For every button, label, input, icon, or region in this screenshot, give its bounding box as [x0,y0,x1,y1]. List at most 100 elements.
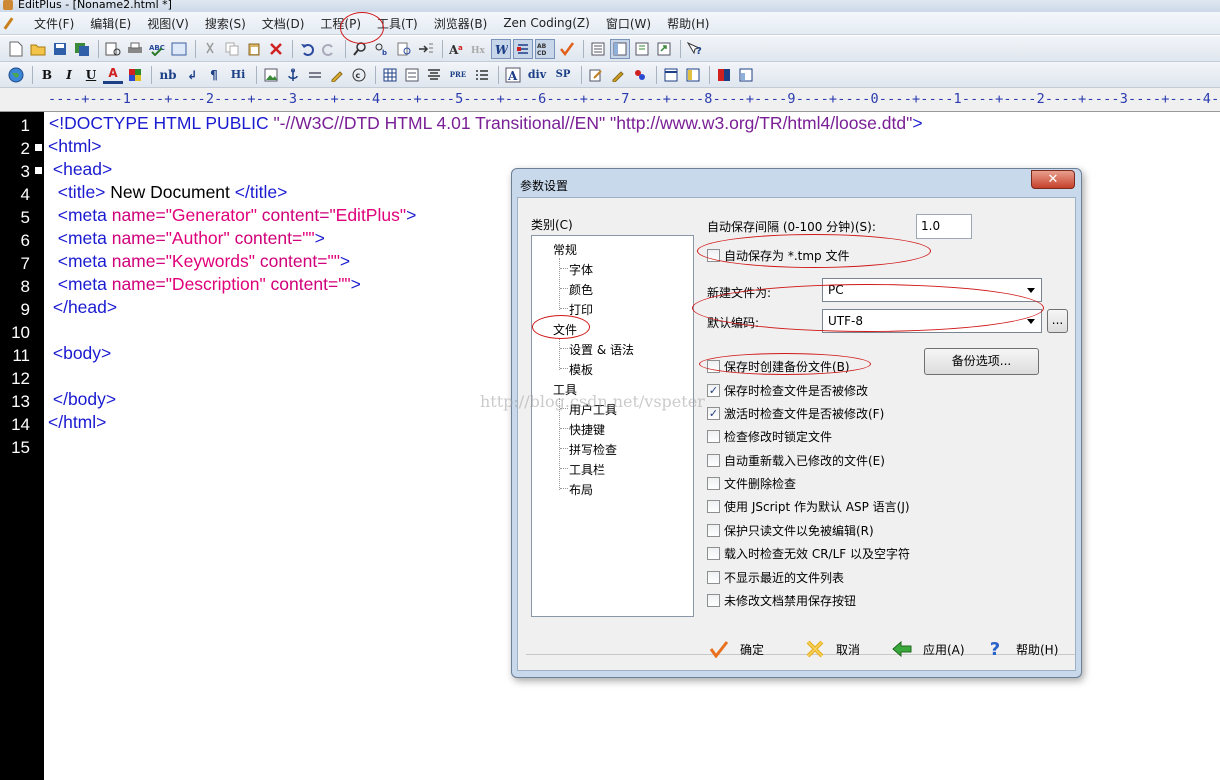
cliptext-icon[interactable] [632,39,652,59]
paragraph-button[interactable]: ¶ [204,65,224,85]
layout-icon[interactable] [683,65,703,85]
panel-icon[interactable] [736,65,756,85]
word-wrap-icon[interactable]: W [491,38,511,59]
menu-edit[interactable]: 编辑(E) [82,15,139,32]
help-button[interactable]: ? 帮助(H) [984,638,1059,660]
edit-icon[interactable] [586,65,606,85]
checkbox-box[interactable] [707,547,720,560]
font-size-icon[interactable]: Aa [447,39,467,59]
option-checkbox[interactable]: ✓ 保存时检查文件是否被修改 [707,382,868,399]
undo-icon[interactable] [297,39,317,59]
spell-check-icon[interactable]: ABC [147,39,167,59]
browser-preview-icon[interactable] [169,39,189,59]
frame-icon[interactable] [661,65,681,85]
tree-item-spell-check[interactable]: 拼写检查 [569,441,617,458]
copyright-icon[interactable]: c [349,65,369,85]
italic-button[interactable]: I [59,65,79,85]
option-checkbox[interactable]: 未修改文档禁用保存按钮 [707,592,856,609]
line-number-icon[interactable] [513,38,533,59]
brush-icon[interactable] [630,65,650,85]
menu-document[interactable]: 文档(D) [254,15,313,32]
goto-line-icon[interactable] [416,39,436,59]
option-checkbox[interactable]: 自动重新载入已修改的文件(E) [707,452,885,469]
option-checkbox[interactable]: 文件删除检查 [707,475,796,492]
cut-icon[interactable] [200,39,220,59]
option-checkbox[interactable]: 保护只读文件以免被编辑(R) [707,522,874,539]
apply-button[interactable]: 应用(A) [891,638,965,660]
delete-icon[interactable] [266,39,286,59]
tree-item-font[interactable]: 字体 [569,261,593,278]
line-break-button[interactable]: ↲ [182,65,202,85]
fold-marker-icon[interactable] [35,167,42,174]
option-checkbox[interactable]: 不显示最近的文件列表 [707,569,844,586]
category-tree[interactable]: 常规 字体 颜色 打印 文件 设置 & 语法 模板 工具 用户工具 快捷键 拼写… [531,235,694,617]
bold-button[interactable]: B [37,65,57,85]
output-window-icon[interactable] [654,39,674,59]
ok-button[interactable]: 确定 [708,638,764,660]
comment-icon[interactable] [327,65,347,85]
tree-item-general[interactable]: 常规 [553,241,577,258]
span-button[interactable]: SP [551,65,575,85]
option-checkbox[interactable]: 使用 JScript 作为默认 ASP 语言(J) [707,498,910,515]
checkbox-box[interactable]: ✓ [707,384,720,397]
option-checkbox[interactable]: 载入时检查无效 CR/LF 以及空字符 [707,545,910,562]
nbsp-button[interactable]: nb [156,65,180,85]
new-file-icon[interactable] [6,39,26,59]
anchor-icon[interactable] [283,65,303,85]
save-icon[interactable] [50,39,70,59]
save-all-icon[interactable] [72,39,92,59]
menu-help[interactable]: 帮助(H) [659,15,717,32]
fold-marker-icon[interactable] [35,144,42,151]
checkbox-box[interactable] [707,524,720,537]
globe-icon[interactable] [6,65,26,85]
find-in-files-icon[interactable] [394,39,414,59]
tree-item-shortcuts[interactable]: 快捷键 [569,421,605,438]
list-icon[interactable] [472,65,492,85]
checkbox-box[interactable] [707,594,720,607]
option-checkbox[interactable]: ✓ 激活时检查文件是否被修改(F) [707,405,884,422]
menu-zen-coding[interactable]: Zen Coding(Z) [495,16,598,30]
close-button[interactable]: ✕ [1031,170,1075,189]
image-icon[interactable] [261,65,281,85]
html-color-icon[interactable] [714,65,734,85]
font-button[interactable]: A [103,66,123,84]
tree-item-layout[interactable]: 布局 [569,481,593,498]
checkbox-box[interactable] [707,477,720,490]
option-checkbox[interactable]: 检查修改时锁定文件 [707,428,832,445]
tree-item-template[interactable]: 模板 [569,361,593,378]
pre-button[interactable]: PRE [446,65,470,85]
checkmark-icon[interactable] [557,39,577,59]
menu-search[interactable]: 搜索(S) [197,15,254,32]
menu-file[interactable]: 文件(F) [26,15,82,32]
hex-view-icon[interactable]: Hx [469,39,489,59]
print-icon[interactable] [125,39,145,59]
encoding-more-button[interactable]: ... [1047,309,1068,333]
menu-browser[interactable]: 浏览器(B) [426,15,496,32]
center-icon[interactable] [424,65,444,85]
redo-icon[interactable] [319,39,339,59]
print-preview-icon[interactable] [103,39,123,59]
form-icon[interactable] [402,65,422,85]
tree-item-color[interactable]: 颜色 [569,281,593,298]
checkbox-box[interactable]: ✓ [707,407,720,420]
color-palette-icon[interactable] [125,65,145,85]
checkbox-box[interactable] [707,500,720,513]
div-button[interactable]: div [525,65,549,85]
tree-item-settings-syntax[interactable]: 设置 & 语法 [569,341,634,358]
checkbox-box[interactable] [707,430,720,443]
cancel-button[interactable]: 取消 [804,638,860,660]
directory-window-icon[interactable] [610,38,630,59]
horizontal-rule-icon[interactable] [305,65,325,85]
column-selection-icon[interactable]: AB CD [535,38,555,59]
menu-view[interactable]: 视图(V) [139,15,197,32]
heading-button[interactable]: Hi [226,65,250,85]
paste-icon[interactable] [244,39,264,59]
document-list-icon[interactable] [588,39,608,59]
backup-options-button[interactable]: 备份选项... [924,348,1039,375]
context-help-icon[interactable]: ? [685,39,705,59]
checkbox-box[interactable] [707,571,720,584]
autosave-interval-input[interactable]: 1.0 [916,214,972,239]
font-tag-icon[interactable]: A [503,65,523,85]
tree-item-toolbar[interactable]: 工具栏 [569,461,605,478]
replace-icon[interactable]: b [372,39,392,59]
